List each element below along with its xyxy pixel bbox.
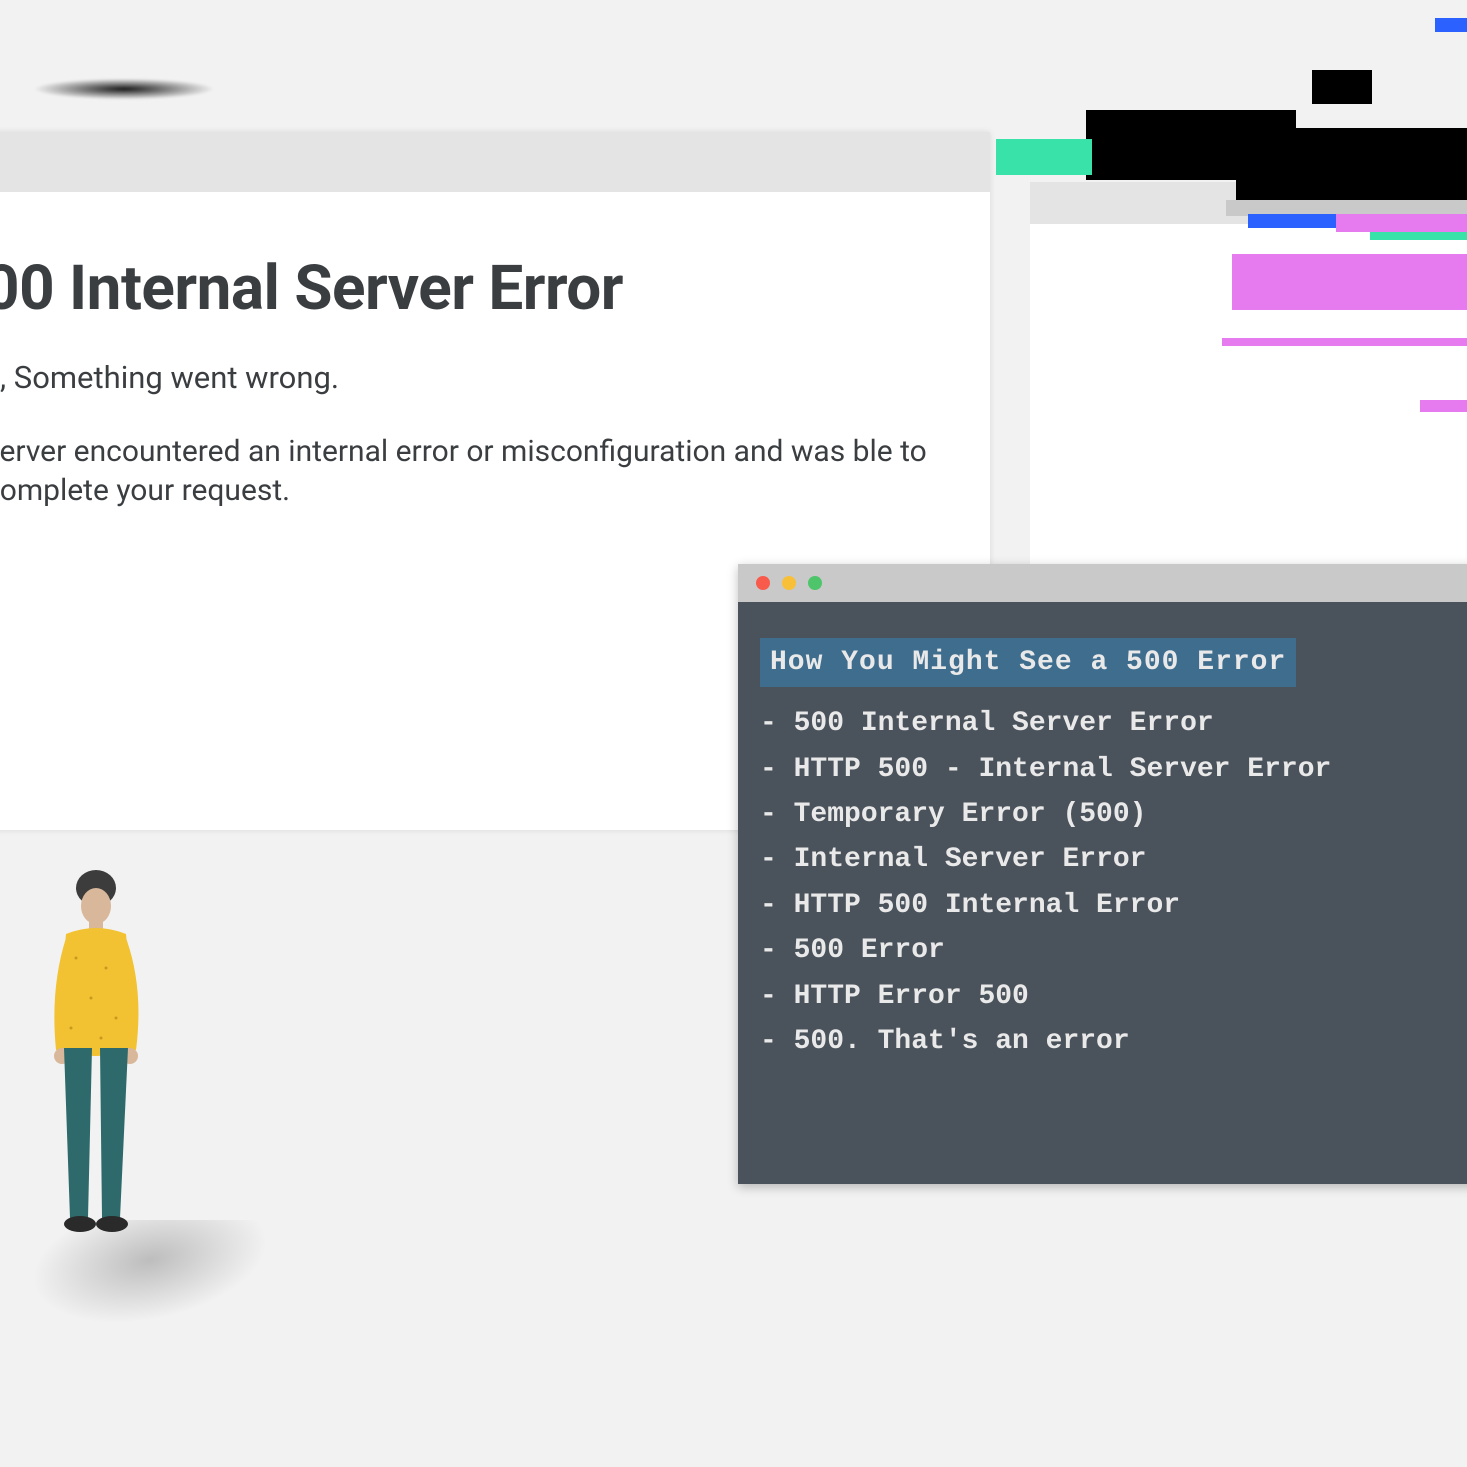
terminal-list-item: HTTP 500 Internal Error [760,883,1456,928]
glitch-smudge [28,75,268,103]
terminal-list-item: 500 Error [760,928,1456,973]
terminal-list-item: HTTP 500 - Internal Server Error [760,747,1456,792]
glitch-stripe [1236,128,1467,200]
glitch-stripe [1312,70,1372,104]
glitch-stripe [996,139,1092,175]
terminal-heading: How You Might See a 500 Error [760,638,1296,687]
glitch-stripe [1370,232,1467,240]
terminal-body: How You Might See a 500 Error 500 Intern… [738,602,1467,1184]
glitch-stripe [1435,18,1467,32]
terminal-list-item: HTTP Error 500 [760,974,1456,1019]
terminal-list-item: 500. That's an error [760,1019,1456,1064]
error-heading: 00 Internal Server Error [0,252,990,325]
glitch-stripe [1420,400,1467,412]
terminal-list-item: Temporary Error (500) [760,792,1456,837]
person-shadow [0,1220,363,1420]
terminal-list-item: Internal Server Error [760,837,1456,882]
minimize-icon[interactable] [782,576,796,590]
maximize-icon[interactable] [808,576,822,590]
terminal-titlebar [738,564,1467,602]
glitch-stripe [1336,214,1467,232]
error-subtitle: s, Something went wrong. [0,359,990,396]
close-icon[interactable] [756,576,770,590]
person-illustration [36,868,176,1238]
glitch-stripe [1222,338,1467,346]
glitch-stripe [1248,214,1338,228]
browser-titlebar [0,132,990,192]
glitch-stripe [1232,254,1467,310]
error-description: server encountered an internal error or … [0,432,949,510]
terminal-list: 500 Internal Server ErrorHTTP 500 - Inte… [760,701,1456,1064]
terminal-window: How You Might See a 500 Error 500 Intern… [738,564,1467,1184]
terminal-list-item: 500 Internal Server Error [760,701,1456,746]
